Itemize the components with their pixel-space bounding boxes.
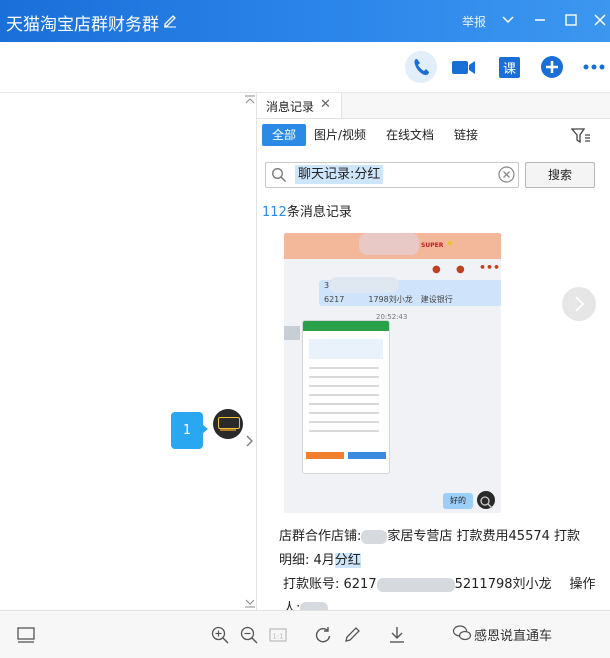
tab-close-icon[interactable]: ✕ xyxy=(320,97,331,112)
phone-row xyxy=(309,403,379,405)
download-icon[interactable] xyxy=(387,625,407,645)
phone-row xyxy=(309,394,379,396)
phone-row xyxy=(309,412,379,414)
message-history-pane: 消息记录 ✕ 全部 图片/视频 在线文档 链接 聊天记录:分红 搜索 112条消… xyxy=(257,93,610,616)
phone-button-left xyxy=(306,452,344,459)
svg-text:课: 课 xyxy=(503,62,516,77)
phone-row xyxy=(309,421,379,423)
image-sender-avatar xyxy=(284,326,300,340)
message-segment: 明细: 4月 xyxy=(279,553,335,568)
image-preview[interactable]: SUPER ★ ● ● ••• 34 6217 1798刘小龙 建设银行 20:… xyxy=(284,233,501,513)
bubble-tail xyxy=(202,424,208,434)
filter-all[interactable]: 全部 xyxy=(262,124,306,146)
image-message-text: 6217 1798刘小龙 建设银行 xyxy=(324,295,453,304)
chat-pane xyxy=(0,93,257,610)
phone-row xyxy=(309,367,379,369)
actual-size-icon[interactable]: 1:1 xyxy=(268,625,288,645)
phone-header xyxy=(303,321,389,331)
result-count-number: 112 xyxy=(262,205,287,220)
phone-row xyxy=(309,376,379,378)
zoom-in-icon[interactable] xyxy=(210,625,230,645)
rotate-icon[interactable] xyxy=(313,625,333,645)
report-link[interactable]: 举报 xyxy=(462,13,486,30)
message-text: 店群合作店铺: 家居专营店 打款费用45574 打款 明细: 4月分红 打款账号:… xyxy=(279,525,601,621)
more-icon[interactable] xyxy=(578,51,610,83)
edit-icon[interactable] xyxy=(162,12,178,28)
tab-message-history[interactable]: 消息记录 ✕ xyxy=(257,93,342,118)
filter-docs[interactable]: 在线文档 xyxy=(386,124,442,146)
add-icon[interactable] xyxy=(536,51,568,83)
class-icon[interactable]: 课 xyxy=(493,51,525,83)
zoom-out-icon[interactable] xyxy=(239,625,259,645)
filter-media[interactable]: 图片/视频 xyxy=(314,124,374,146)
phone-screenshot xyxy=(302,320,390,474)
message-segment: 家居专营店 打款费用45574 打款 xyxy=(387,529,581,544)
search-button[interactable]: 搜索 xyxy=(525,162,595,188)
image-banner-text: SUPER xyxy=(421,242,444,249)
filter-bar: 全部 图片/视频 在线文档 链接 xyxy=(257,123,610,149)
zoom-icon xyxy=(480,496,493,509)
chat-toolbar: 课 xyxy=(0,42,610,93)
status-bar: 1:1 感恩说直通车 xyxy=(0,610,610,658)
video-call-icon[interactable] xyxy=(447,51,479,83)
edit-icon[interactable] xyxy=(342,625,362,645)
image-redaction-2 xyxy=(329,277,399,293)
search-input[interactable]: 聊天记录:分红 xyxy=(265,162,519,188)
search-value: 聊天记录:分红 xyxy=(295,165,384,184)
message-segment: 5211798刘小龙 xyxy=(454,577,552,592)
phone-row xyxy=(309,430,379,432)
user-block-icon: ● xyxy=(456,264,465,275)
message-segment: 打款账号: 6217 xyxy=(283,577,377,592)
phone-button-right xyxy=(348,452,386,459)
brand-text: 感恩说直通车 xyxy=(474,629,553,644)
unread-bubble[interactable]: 1 xyxy=(171,412,203,449)
avatar-logo xyxy=(218,417,240,429)
avatar[interactable] xyxy=(213,409,243,439)
message-segment: 操作 xyxy=(569,577,596,592)
message-highlight: 分红 xyxy=(334,553,361,568)
chevron-down-icon[interactable] xyxy=(498,10,518,30)
clear-search-icon[interactable] xyxy=(498,166,515,183)
window-title: 天猫淘宝店群财务群 xyxy=(6,15,159,35)
phone-card xyxy=(309,339,383,359)
scroll-down-icon[interactable] xyxy=(244,598,256,608)
more-icon: ••• xyxy=(479,261,501,274)
result-count-suffix: 条消息记录 xyxy=(286,205,352,220)
maximize-icon[interactable] xyxy=(561,10,581,30)
image-reply: 好的 xyxy=(443,493,473,509)
wechat-icon xyxy=(452,625,472,641)
svg-text:1:1: 1:1 xyxy=(272,633,283,641)
redaction xyxy=(361,529,388,544)
user-icon: ● xyxy=(432,264,441,275)
result-count: 112条消息记录 xyxy=(262,201,352,220)
next-image-icon[interactable] xyxy=(562,287,596,321)
filter-links[interactable]: 链接 xyxy=(454,124,484,146)
message-line: 明细: 4月分红 xyxy=(279,549,601,573)
redaction xyxy=(376,577,455,592)
search-icon xyxy=(272,168,286,182)
star-icon: ★ xyxy=(446,239,455,249)
minimize-icon[interactable] xyxy=(530,10,550,30)
image-redaction xyxy=(359,233,419,255)
close-icon[interactable] xyxy=(590,10,610,30)
message-line: 打款账号: 6217 5211798刘小龙 操作 xyxy=(279,573,601,597)
message-segment: 店群合作店铺: xyxy=(279,529,362,544)
layout-icon[interactable] xyxy=(16,625,36,645)
message-line: 店群合作店铺: 家居专营店 打款费用45574 打款 xyxy=(279,525,601,549)
tab-label: 消息记录 xyxy=(266,100,315,114)
filter-icon[interactable] xyxy=(571,127,591,145)
collapse-panel-icon[interactable] xyxy=(244,431,256,451)
scroll-up-icon[interactable] xyxy=(244,95,256,105)
phone-call-icon[interactable] xyxy=(405,51,437,83)
title-bar: 天猫淘宝店群财务群 举报 xyxy=(0,0,610,42)
avatar-logo-bar xyxy=(220,429,236,431)
phone-row xyxy=(309,385,379,387)
tab-strip: 消息记录 ✕ xyxy=(257,93,610,119)
